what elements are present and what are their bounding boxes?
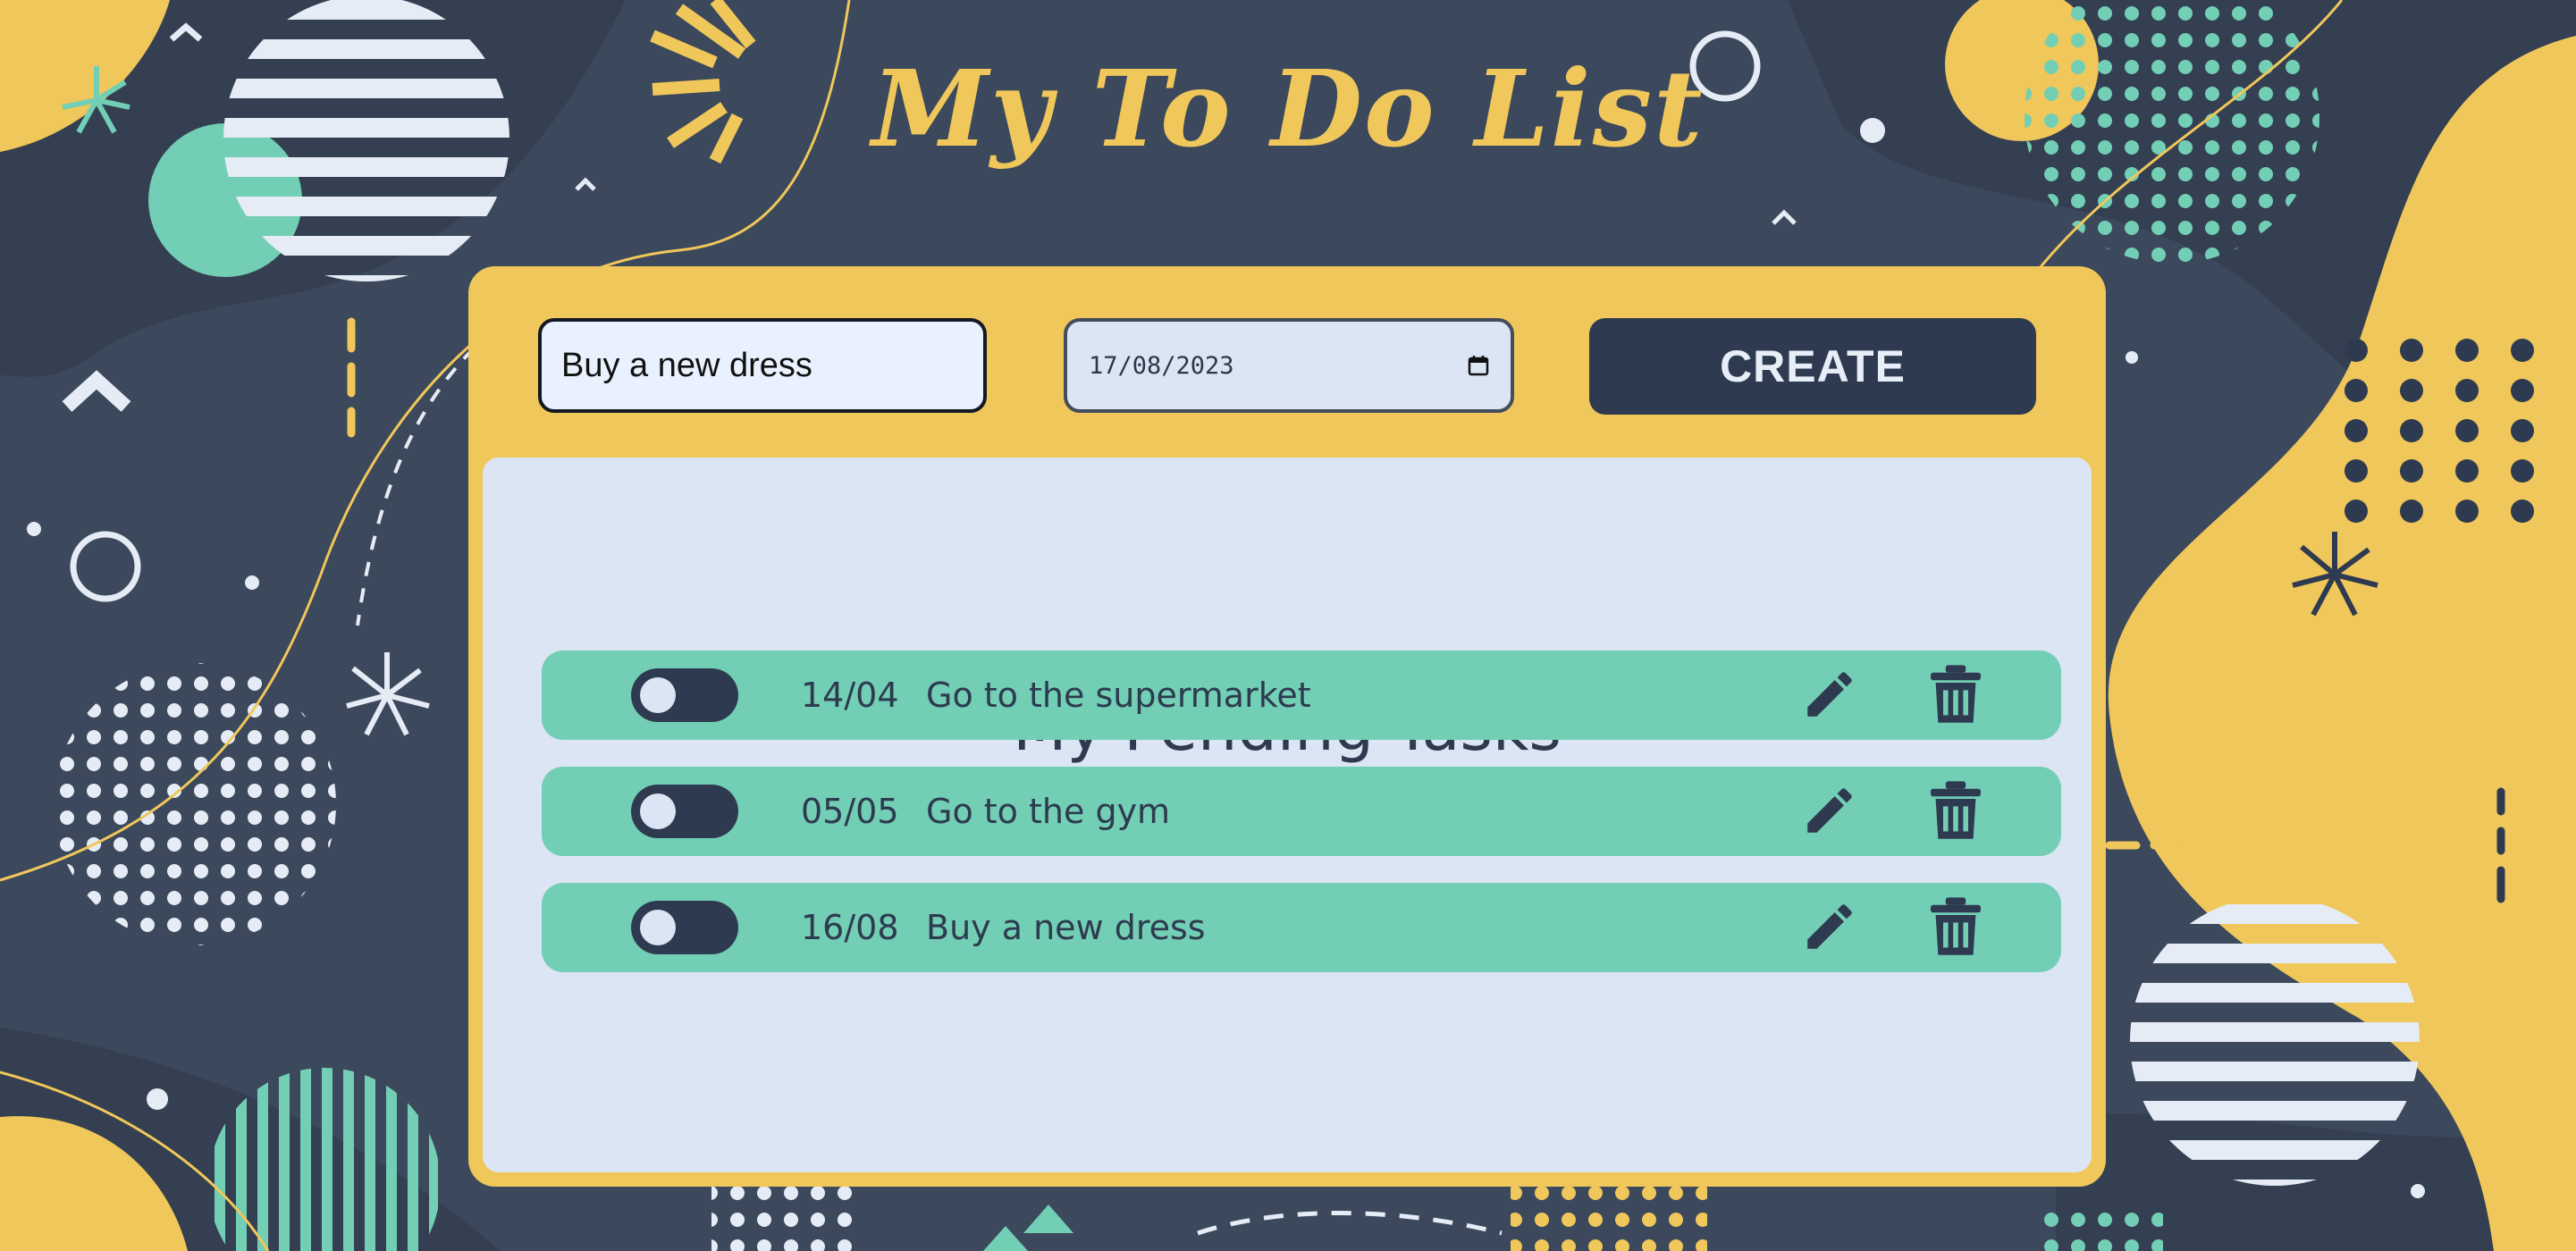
- task-toggle[interactable]: [631, 785, 738, 838]
- task-text: Go to the gym: [926, 792, 1171, 831]
- task-text: Go to the supermarket: [926, 676, 1311, 715]
- task-row: 14/04 Go to the supermarket: [542, 651, 2061, 740]
- delete-button[interactable]: [1931, 897, 1981, 958]
- delete-button[interactable]: [1931, 781, 1981, 842]
- toggle-knob: [640, 910, 676, 945]
- task-date: 16/08: [801, 908, 899, 947]
- task-input-value: Buy a new dress: [561, 346, 812, 384]
- edit-button[interactable]: [1800, 897, 1859, 956]
- create-button[interactable]: CREATE: [1589, 318, 2036, 415]
- task-date: 14/04: [801, 676, 899, 715]
- task-text: Buy a new dress: [926, 908, 1206, 947]
- edit-button[interactable]: [1800, 665, 1859, 724]
- task-input[interactable]: Buy a new dress: [538, 318, 987, 413]
- pending-tasks-panel: My Pending Tasks 14/04 Go to the superma…: [483, 458, 2092, 1172]
- edit-button[interactable]: [1800, 781, 1859, 840]
- date-input[interactable]: 17/08/2023: [1064, 318, 1514, 413]
- trash-icon: [1931, 665, 1981, 723]
- task-row: 05/05 Go to the gym: [542, 767, 2061, 856]
- trash-icon: [1931, 897, 1981, 955]
- task-date: 05/05: [801, 792, 899, 831]
- trash-icon: [1931, 781, 1981, 839]
- task-toggle[interactable]: [631, 668, 738, 722]
- task-toggle[interactable]: [631, 901, 738, 954]
- pencil-icon: [1807, 672, 1852, 717]
- todo-card: Buy a new dress 17/08/2023 CREATE My Pen…: [468, 266, 2106, 1187]
- pencil-icon: [1807, 904, 1852, 949]
- pencil-icon: [1807, 788, 1852, 833]
- task-row: 16/08 Buy a new dress: [542, 883, 2061, 972]
- delete-button[interactable]: [1931, 665, 1981, 726]
- date-input-value: 17/08/2023: [1089, 351, 1234, 380]
- toggle-knob: [640, 677, 676, 713]
- app-title: My To Do List: [871, 46, 1705, 171]
- toggle-knob: [640, 793, 676, 829]
- calendar-icon[interactable]: [1468, 355, 1489, 376]
